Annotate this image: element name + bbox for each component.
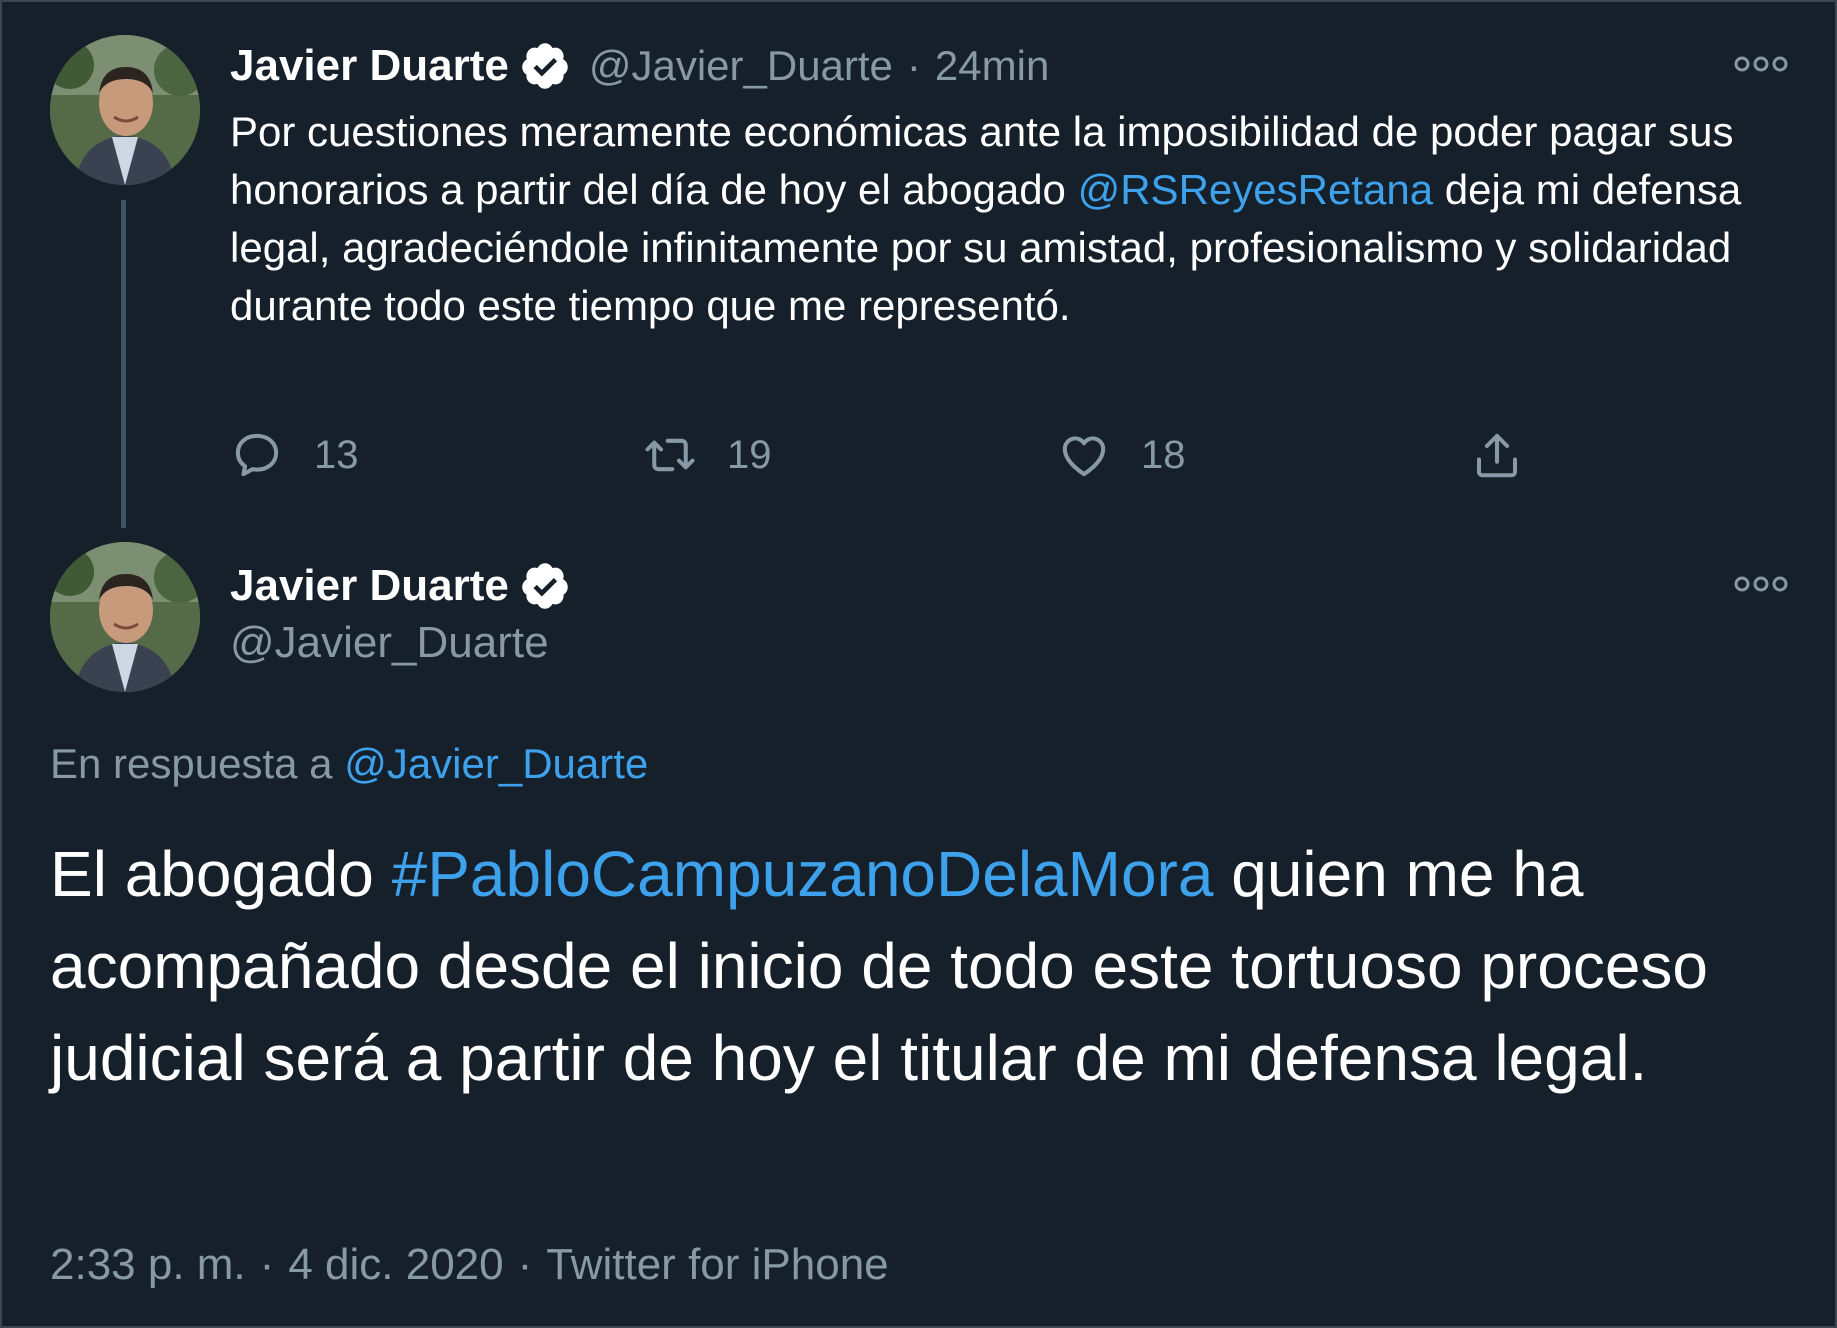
tweet1-text: Por cuestiones meramente económicas ante… [230, 103, 1790, 335]
avatar[interactable] [50, 542, 200, 692]
like-button[interactable]: 18 [1057, 420, 1186, 490]
tweet2-text: El abogado #PabloCampuzanoDelaMora quien… [50, 828, 1790, 1104]
tweet-source[interactable]: Twitter for iPhone [546, 1240, 888, 1289]
separator-dot: · [259, 1240, 275, 1289]
like-icon [1062, 436, 1106, 477]
share-button[interactable] [1470, 420, 1524, 490]
avatar-photo [50, 35, 200, 185]
avatar-photo [50, 542, 200, 692]
more-options-icon[interactable] [1733, 574, 1789, 594]
reply-prefix: En respuesta a [50, 740, 345, 787]
tweet-time[interactable]: 2:33 p. m. [50, 1240, 246, 1289]
handle[interactable]: @Javier_Duarte [589, 42, 893, 90]
tweet1-header: Javier Duarte @Javier_Duarte · 24min [230, 36, 1049, 96]
separator-dot: · [517, 1240, 533, 1289]
more-options-icon[interactable] [1733, 54, 1789, 74]
display-name[interactable]: Javier Duarte [230, 561, 509, 611]
tweet-date[interactable]: 4 dic. 2020 [288, 1240, 503, 1289]
reply-context: En respuesta a @Javier_Duarte [50, 740, 648, 788]
retweet-count: 19 [727, 432, 772, 477]
retweet-button[interactable]: 19 [643, 420, 772, 490]
tweet-text-part: El abogado [50, 838, 392, 910]
separator-dot: · [906, 42, 921, 89]
reply-handle-link[interactable]: @Javier_Duarte [344, 740, 648, 787]
verified-badge-icon [522, 563, 568, 609]
verified-badge-icon [522, 43, 568, 89]
tweet-time[interactable]: 24min [935, 42, 1049, 90]
tweet-meta: 2:33 p. m. · 4 dic. 2020 · Twitter for iPhon… [50, 1240, 889, 1290]
reply-count: 13 [314, 432, 359, 477]
reply-icon [235, 433, 279, 477]
tweet-actions: 13 19 18 [230, 420, 1610, 490]
tweet2-header: Javier Duarte [230, 556, 571, 616]
reply-button[interactable]: 13 [230, 420, 359, 490]
handle[interactable]: @Javier_Duarte [230, 618, 549, 668]
display-name[interactable]: Javier Duarte [230, 41, 509, 91]
share-icon [1476, 433, 1518, 478]
like-count: 18 [1141, 432, 1186, 477]
retweet-icon [645, 438, 695, 472]
mention-link[interactable]: @RSReyesRetana [1078, 166, 1433, 213]
avatar[interactable] [50, 35, 200, 185]
hashtag-link[interactable]: #PabloCampuzanoDelaMora [392, 838, 1214, 910]
thread-connector-line [121, 200, 126, 528]
